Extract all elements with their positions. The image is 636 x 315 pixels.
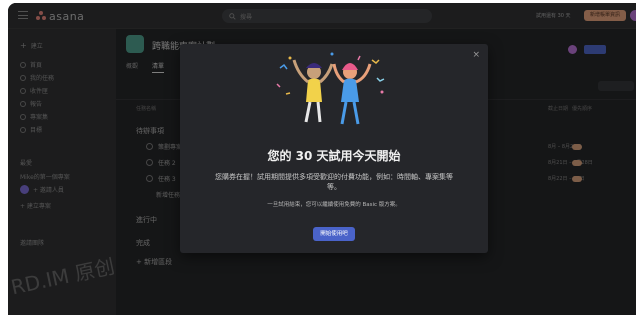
- modal-description: 您購券在握！試用期間提供多項受歡迎的付費功能，例如：時間軸、專案集等等。: [215, 173, 453, 191]
- close-icon[interactable]: ×: [472, 51, 480, 60]
- start-button[interactable]: 開始使用吧: [313, 227, 355, 241]
- celebration-illustration: [276, 52, 385, 125]
- modal-title: 您的 30 天試用今天開始: [267, 149, 401, 163]
- modal-note: 一旦試用結束，您可以繼續使用免費的 Basic 版方案。: [267, 202, 401, 208]
- trial-modal: × 您的 30 天試用今天開始 您購券在握！試用期間提供多項受歡迎的付費功能，例…: [180, 44, 488, 253]
